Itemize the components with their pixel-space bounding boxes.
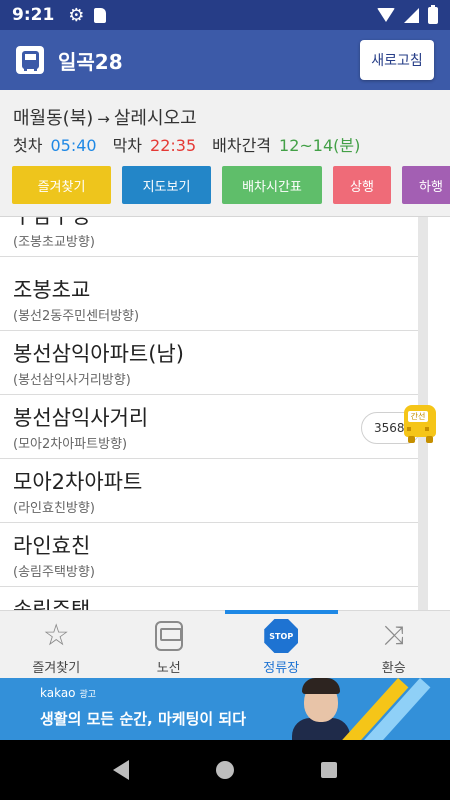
stop-row[interactable]: 봉선삼익아파트(남) (봉선삼익사거리방향) [0, 331, 418, 395]
system-nav-bar [0, 740, 450, 800]
stop-direction: (라인효친방향) [13, 501, 95, 516]
stop-row[interactable]: 라인효친 (송림주택방향) [0, 523, 418, 587]
stop-name: 송림주택 [13, 598, 91, 610]
first-bus-time: 05:40 [50, 136, 97, 155]
bus-route-icon [16, 46, 44, 74]
tab-label: 정류장 [263, 661, 300, 676]
route-origin: 매월동(북) [13, 108, 94, 129]
app-header: 일곡28 새로고침 [0, 30, 450, 90]
stop-sign-text: STOP [269, 631, 294, 641]
transfer-icon: ⤨ [383, 621, 405, 651]
sd-card-icon [94, 7, 107, 23]
upbound-button[interactable]: 상행 [333, 166, 391, 204]
stop-direction: (송림주택방향) [13, 565, 95, 580]
stop-direction: (봉선삼익사거리방향) [13, 373, 131, 388]
route-destination: 살레시오고 [113, 108, 197, 129]
stop-name: 조봉초교 [13, 278, 91, 302]
stop-row[interactable]: 조봉초교 (봉선2동주민센터방향) [0, 267, 418, 331]
stop-name: 라인효친 [13, 534, 91, 558]
settings-gear-icon: ⚙ [68, 4, 85, 26]
back-icon[interactable] [113, 760, 130, 780]
recents-icon[interactable] [320, 762, 337, 778]
ad-brand: kakao 광고 [40, 686, 96, 700]
ad-tag: 광고 [79, 690, 97, 700]
refresh-button[interactable]: 새로고침 [360, 40, 434, 80]
battery-icon [428, 4, 438, 24]
ad-banner[interactable]: kakao 광고 생활의 모든 순간, 마케팅이 되다 [0, 678, 450, 740]
stop-row[interactable]: 구남구정 (조봉초교방향) [0, 217, 418, 257]
ad-person-image [292, 678, 350, 740]
schedule-summary: 첫차 05:40 막차 22:35 배차간격 12~14(분) [13, 132, 360, 156]
stop-name: 봉선삼익아파트(남) [13, 342, 184, 366]
wifi-icon [377, 8, 395, 22]
stop-name: 봉선삼익사거리 [13, 406, 149, 430]
signal-icon [404, 7, 419, 23]
tab-label: 노선 [156, 661, 181, 676]
stop-name: 모아2차아파트 [13, 470, 143, 494]
star-icon: ☆ [42, 618, 70, 653]
home-icon[interactable] [215, 761, 234, 779]
route-arrow: → [97, 110, 110, 128]
stop-direction: (조봉초교방향) [13, 235, 95, 250]
stop-direction: (봉선2동주민센터방향) [13, 309, 140, 324]
status-bar: 9:21 ⚙ [0, 0, 450, 30]
tab-label: 즐겨찾기 [32, 661, 81, 676]
route-info-panel: 매월동(북) → 살레시오고 첫차 05:40 막차 22:35 배차간격 12~14(분) … [0, 90, 450, 217]
bus-location-icon[interactable]: 간선 [402, 405, 438, 445]
stop-direction: (모아2차아파트방향) [13, 437, 128, 452]
interval-value: 12~14(분) [279, 136, 361, 155]
interval-label: 배차간격 [212, 136, 272, 155]
route-direction: 매월동(북) → 살레시오고 [13, 104, 197, 130]
stop-sign-icon: STOP [264, 619, 299, 653]
tab-favorites[interactable]: ☆ 즐겨찾기 [0, 611, 113, 678]
map-view-button[interactable]: 지도보기 [122, 166, 211, 204]
last-bus-label: 막차 [112, 136, 143, 155]
status-time: 9:21 [12, 5, 55, 25]
route-title: 일곡28 [58, 49, 123, 74]
tab-routes[interactable]: 노선 [113, 611, 226, 678]
status-icons [377, 4, 438, 24]
stop-name: 구남구정 [13, 217, 90, 230]
bus-type-label: 간선 [408, 411, 428, 422]
first-bus-label: 첫차 [13, 136, 43, 155]
stop-list[interactable]: 구남구정 (조봉초교방향) 조봉초교 (봉선2동주민센터방향) 봉선삼익아파트(… [0, 217, 450, 610]
stop-row[interactable]: 봉선삼익사거리 (모아2차아파트방향) [0, 395, 418, 459]
bus-plate-number: 3568 [374, 421, 405, 435]
timetable-button[interactable]: 배차시간표 [222, 166, 322, 204]
tab-transfer[interactable]: ⤨ 환승 [338, 611, 450, 678]
bus-icon [154, 621, 183, 651]
action-buttons: 즐겨찾기 지도보기 배차시간표 상행 하행 [12, 166, 450, 204]
favorite-button[interactable]: 즐겨찾기 [12, 166, 111, 204]
stop-row[interactable]: 모아2차아파트 (라인효친방향) [0, 459, 418, 523]
downbound-button[interactable]: 하행 [402, 166, 450, 204]
stop-row[interactable]: 송림주택 [0, 587, 418, 610]
last-bus-time: 22:35 [150, 136, 197, 155]
tab-label: 환승 [381, 661, 406, 676]
ad-brand-name: kakao [40, 686, 76, 700]
ad-copy: 생활의 모든 순간, 마케팅이 되다 [40, 710, 246, 728]
tab-stops[interactable]: STOP 정류장 [225, 610, 338, 678]
bottom-tab-bar: ☆ 즐겨찾기 노선 STOP 정류장 ⤨ 환승 [0, 610, 450, 678]
